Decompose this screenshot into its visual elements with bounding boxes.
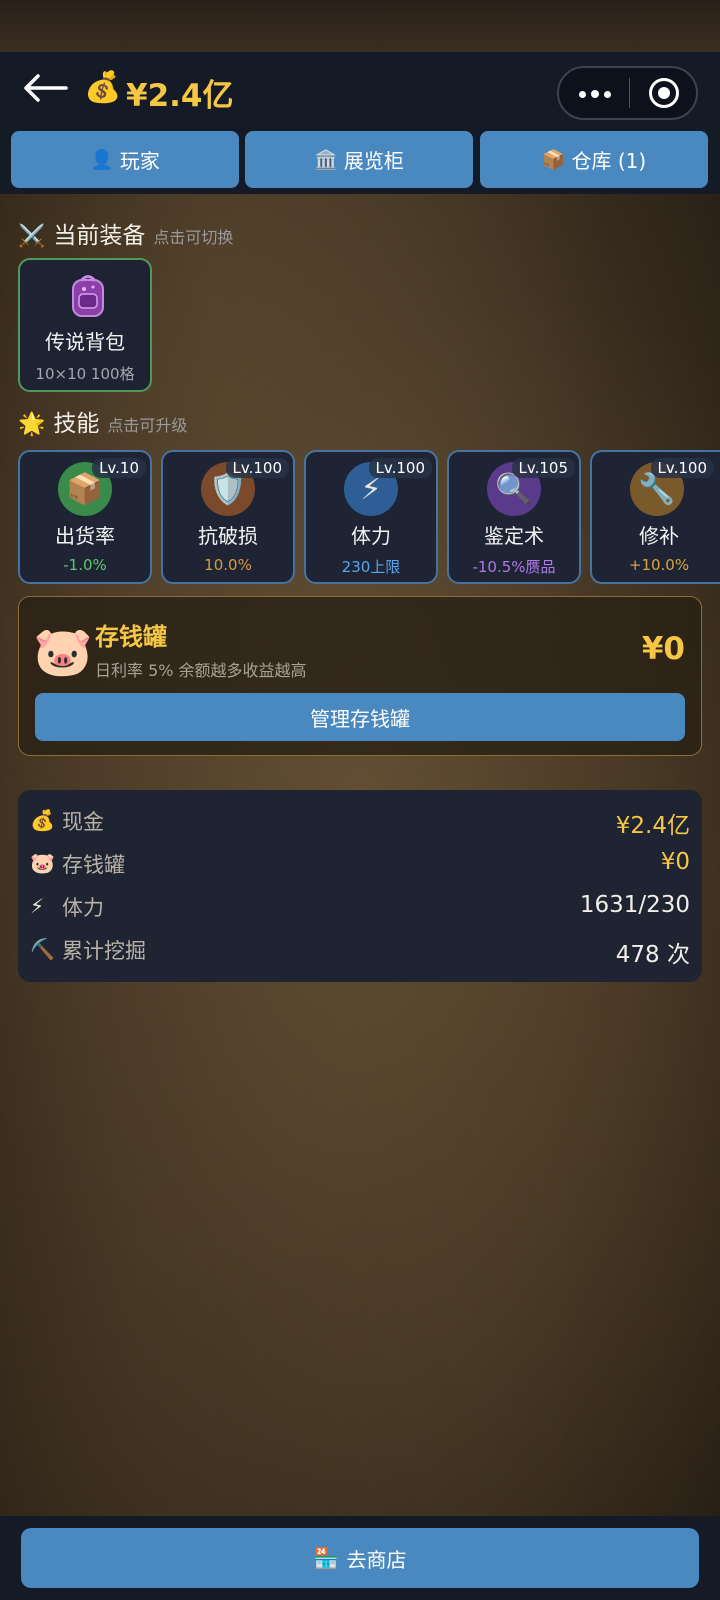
museum-icon: 🏛️ bbox=[314, 149, 338, 171]
tab-label: 展览柜 bbox=[343, 149, 404, 173]
back-button[interactable] bbox=[22, 68, 68, 108]
stats-panel: 💰 现金 ¥2.4亿 🐷 存钱罐 ¥0 ⚡ 体力 1631/230 ⛏️ 累计挖… bbox=[18, 790, 702, 982]
skill-card-repair[interactable]: 🔧 Lv.100 修补 +10.0% bbox=[590, 450, 720, 584]
stat-value: 478 次 bbox=[615, 942, 690, 968]
tab-player[interactable]: 👤 玩家 bbox=[11, 131, 239, 188]
pig-icon: 🐷 bbox=[30, 851, 55, 875]
skill-value: 10.0% bbox=[204, 556, 252, 574]
close-miniprogram-button[interactable] bbox=[630, 68, 698, 118]
skill-name: 抗破损 bbox=[198, 524, 258, 548]
stat-label: 体力 bbox=[62, 896, 104, 920]
skill-card-anti-break[interactable]: 🛡️ Lv.100 抗破损 10.0% bbox=[161, 450, 295, 584]
skill-name: 出货率 bbox=[55, 524, 115, 548]
more-dot-icon bbox=[579, 91, 586, 98]
level-badge: Lv.105 bbox=[511, 458, 575, 478]
miniprogram-capsule bbox=[557, 66, 698, 120]
lightning-icon: ⚡ bbox=[30, 894, 45, 918]
skill-value: +10.0% bbox=[628, 556, 690, 574]
level-badge: Lv.10 bbox=[92, 458, 146, 478]
stat-row-cash: 💰 现金 ¥2.4亿 bbox=[18, 800, 702, 840]
skill-value: 230上限 bbox=[341, 558, 401, 576]
piggy-bank-subtitle: 日利率 5% 余额越多收益越高 bbox=[95, 661, 307, 680]
store-icon: 🏪 bbox=[313, 1546, 339, 1570]
backpack-icon bbox=[72, 275, 104, 317]
more-button[interactable] bbox=[559, 68, 629, 118]
manage-piggy-bank-button[interactable]: 管理存钱罐 bbox=[35, 693, 685, 741]
more-dot-icon bbox=[591, 90, 599, 98]
equipment-card[interactable]: 传说背包 10×10 100格 bbox=[18, 258, 152, 392]
stat-row-piggy-bank: 🐷 存钱罐 ¥0 bbox=[18, 843, 702, 883]
sparkle-icon: 🌟 bbox=[18, 412, 46, 437]
crossed-swords-icon: ⚔️ bbox=[18, 224, 46, 249]
skill-card-stamina[interactable]: ⚡ Lv.100 体力 230上限 bbox=[304, 450, 438, 584]
tab-bar: 👤 玩家 🏛️ 展览柜 📦 仓库 (1) bbox=[0, 126, 720, 194]
level-badge: Lv.100 bbox=[368, 458, 432, 478]
piggy-bank-amount: ¥0 bbox=[641, 631, 685, 667]
background-top-strip bbox=[0, 0, 720, 52]
level-badge: Lv.100 bbox=[650, 458, 714, 478]
section-title-text: 当前装备 bbox=[53, 223, 146, 249]
section-hint: 点击可升级 bbox=[107, 416, 188, 435]
pickaxe-icon: ⛏️ bbox=[30, 937, 55, 961]
tab-showcase[interactable]: 🏛️ 展览柜 bbox=[245, 131, 473, 188]
piggy-bank-title: 存钱罐 bbox=[95, 623, 167, 651]
stat-label: 现金 bbox=[62, 810, 104, 834]
section-hint: 点击可切换 bbox=[153, 228, 234, 247]
stat-label: 存钱罐 bbox=[62, 853, 125, 877]
skill-name: 修补 bbox=[639, 524, 679, 548]
box-icon: 📦 bbox=[541, 149, 566, 171]
section-title-text: 技能 bbox=[53, 411, 100, 437]
level-badge: Lv.100 bbox=[225, 458, 289, 478]
header-bar: 💰 ¥2.4亿 bbox=[0, 52, 720, 126]
stat-value: ¥0 bbox=[660, 849, 690, 875]
skill-name: 鉴定术 bbox=[484, 524, 544, 548]
equipment-name: 传说背包 bbox=[45, 330, 125, 354]
money-bag-icon: 💰 bbox=[84, 70, 122, 105]
pig-icon: 🐷 bbox=[33, 624, 93, 680]
shop-button-label: 去商店 bbox=[346, 1547, 407, 1572]
go-to-shop-button[interactable]: 🏪 去商店 bbox=[21, 1528, 699, 1588]
stat-value: 1631/230 bbox=[579, 892, 690, 918]
skill-card-appraisal[interactable]: 🔍 Lv.105 鉴定术 -10.5%赝品 bbox=[447, 450, 581, 584]
stat-row-total-digs: ⛏️ 累计挖掘 478 次 bbox=[18, 929, 702, 969]
money-value: ¥2.4亿 bbox=[126, 78, 234, 114]
bottom-bar: 🏪 去商店 bbox=[0, 1516, 720, 1600]
tab-label: 仓库 (1) bbox=[571, 149, 647, 173]
stat-label: 累计挖掘 bbox=[62, 939, 146, 963]
tab-label: 玩家 bbox=[119, 149, 160, 173]
person-icon: 👤 bbox=[90, 149, 114, 171]
equipment-section-title: ⚔️ 当前装备 点击可切换 bbox=[18, 216, 233, 250]
skill-name: 体力 bbox=[351, 524, 391, 548]
piggy-bank-panel: 🐷 存钱罐 日利率 5% 余额越多收益越高 ¥0 管理存钱罐 bbox=[18, 596, 702, 756]
tab-warehouse[interactable]: 📦 仓库 (1) bbox=[480, 131, 708, 188]
skill-card-drop-rate[interactable]: 📦 Lv.10 出货率 -1.0% bbox=[18, 450, 152, 584]
stat-row-stamina: ⚡ 体力 1631/230 bbox=[18, 886, 702, 926]
target-dot bbox=[658, 87, 670, 99]
skill-value: -10.5%赝品 bbox=[472, 558, 556, 576]
stat-value: ¥2.4亿 bbox=[615, 813, 690, 839]
skills-section-title: 🌟 技能 点击可升级 bbox=[18, 404, 187, 438]
equipment-desc: 10×10 100格 bbox=[35, 365, 135, 383]
skill-value: -1.0% bbox=[63, 556, 107, 574]
more-dot-icon bbox=[604, 91, 611, 98]
money-bag-icon: 💰 bbox=[30, 808, 55, 832]
back-arrow-icon bbox=[24, 74, 68, 102]
